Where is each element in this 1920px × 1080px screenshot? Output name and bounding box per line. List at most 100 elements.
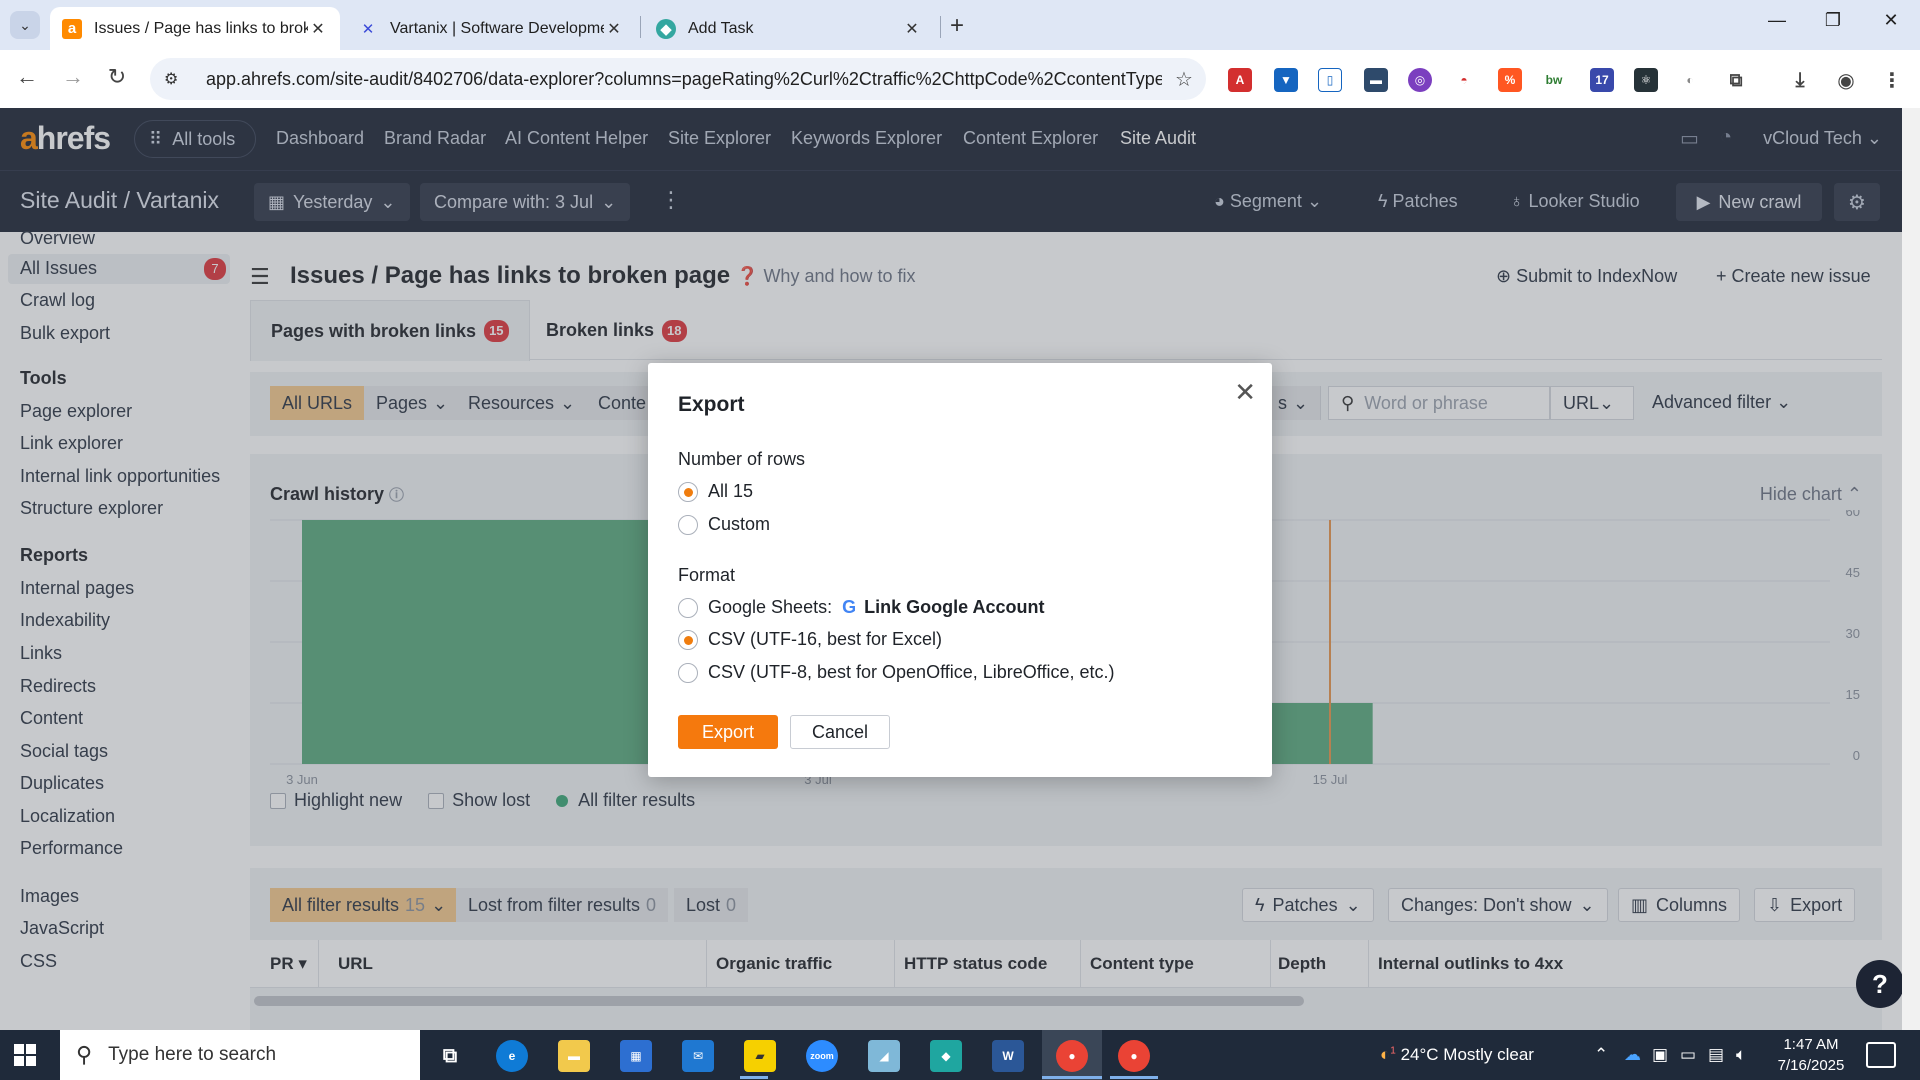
close-window-icon[interactable]: ✕	[1876, 10, 1906, 31]
chrome-icon[interactable]: ●	[1056, 1040, 1088, 1072]
browser-tab-bar: ⌄ a Issues / Page has links to broken pa…	[0, 0, 1920, 50]
taskbar-search-box[interactable]: ⚲ Type here to search	[60, 1030, 420, 1080]
site-info-icon[interactable]: ⚙	[164, 69, 188, 89]
help-button[interactable]: ?	[1856, 960, 1902, 1008]
url-text[interactable]: app.ahrefs.com/site-audit/8402706/data-e…	[206, 69, 1162, 90]
radio-unselected	[678, 514, 698, 535]
folder-extension-icon[interactable]: ▬	[1364, 68, 1388, 92]
bw-extension-icon[interactable]: bw	[1542, 68, 1566, 92]
page-scrollbar[interactable]	[1902, 108, 1920, 1030]
edge-icon[interactable]: e	[496, 1040, 528, 1072]
radio-label: CSV (UTF-8, best for OpenOffice, LibreOf…	[708, 662, 1115, 682]
search-icon: ⚲	[76, 1042, 93, 1067]
doc-extension-icon[interactable]: ▯	[1318, 68, 1342, 92]
sticky-notes-icon[interactable]: ▰	[744, 1040, 776, 1072]
browser-tab-ahrefs[interactable]: a Issues / Page has links to broken page…	[50, 7, 340, 50]
onedrive-icon[interactable]: ☁	[1624, 1045, 1641, 1065]
format-csv8-radio[interactable]: CSV (UTF-8, best for OpenOffice, LibreOf…	[678, 662, 1114, 683]
format-google-sheets-radio[interactable]: Google Sheets: G Link Google Account	[678, 597, 1044, 618]
clock-time: 1:47 AM	[1783, 1036, 1839, 1053]
weather-widget[interactable]: ◐1 24°C Mostly clear	[1380, 1045, 1534, 1065]
running-indicator	[740, 1076, 768, 1079]
weather-icon: ◐	[1380, 1045, 1391, 1064]
app-diamond-icon[interactable]: ◆	[930, 1040, 962, 1072]
radio-unselected	[678, 597, 698, 618]
browser-tab-add-task[interactable]: ◆ Add Task ✕	[644, 7, 934, 50]
pokeball-extension-icon[interactable]: ◓	[1452, 68, 1476, 92]
react-extension-icon[interactable]: ⚛	[1634, 68, 1658, 92]
radio-label: CSV (UTF-16, best for Excel)	[708, 629, 943, 649]
badge-extension-icon[interactable]: 17	[1590, 68, 1614, 92]
minimize-icon[interactable]: —	[1762, 10, 1792, 31]
close-icon[interactable]: ✕	[1234, 377, 1256, 408]
dialog-title: Export	[678, 393, 745, 416]
search-placeholder: Type here to search	[108, 1044, 277, 1065]
percent-extension-icon[interactable]: %	[1498, 68, 1522, 92]
running-indicator	[1042, 1076, 1102, 1079]
ahrefs-app: ahrefs ⠿ All tools Dashboard Brand Radar …	[0, 108, 1902, 1030]
restore-icon[interactable]: ❐	[1818, 10, 1848, 31]
bookmark-star-icon[interactable]: ☆	[1162, 67, 1206, 92]
store-icon[interactable]: ▦	[620, 1040, 652, 1072]
radio-label: All 15	[708, 481, 754, 501]
format-csv16-radio[interactable]: CSV (UTF-16, best for Excel)	[678, 629, 942, 650]
export-dialog: Export ✕ Number of rows All 15 Custom Fo…	[648, 363, 1272, 777]
tab-separator	[940, 16, 941, 38]
tab-separator	[640, 16, 641, 38]
weather-text: 24°C Mostly clear	[1400, 1045, 1534, 1064]
radio-selected	[678, 629, 698, 650]
clock-date: 7/16/2025	[1777, 1057, 1845, 1074]
profile-icon[interactable]: ◉	[1834, 68, 1858, 92]
security-icon[interactable]: ▣	[1652, 1045, 1668, 1065]
close-tab-icon[interactable]: ✕	[902, 19, 922, 39]
network-icon[interactable]: ▤	[1708, 1045, 1724, 1065]
menu-kebab-icon[interactable]: ⋮	[1880, 68, 1904, 92]
radio-selected	[678, 481, 698, 502]
weather-badge: 1	[1390, 1045, 1396, 1057]
radio-label: Google Sheets:	[708, 597, 833, 617]
reload-icon[interactable]: ↻	[102, 64, 132, 90]
omnibox[interactable]: ⚙ app.ahrefs.com/site-audit/8402706/data…	[150, 58, 1206, 100]
vartanix-favicon-icon: ✕	[361, 20, 375, 38]
running-indicator	[1110, 1076, 1158, 1079]
file-explorer-icon[interactable]: ▬	[558, 1040, 590, 1072]
clock[interactable]: 1:47 AM 7/16/2025	[1766, 1034, 1856, 1076]
circle-extension-icon[interactable]: ◎	[1408, 68, 1432, 92]
export-confirm-button[interactable]: Export	[678, 715, 778, 749]
rows-all-radio[interactable]: All 15	[678, 481, 753, 502]
rows-custom-radio[interactable]: Custom	[678, 514, 770, 535]
new-tab-button[interactable]: +	[950, 12, 964, 40]
volume-icon[interactable]: 🔈︎	[1736, 1045, 1746, 1065]
tab-search-button[interactable]: ⌄	[10, 11, 40, 39]
notifications-icon[interactable]	[1866, 1042, 1896, 1068]
browser-tab-vartanix[interactable]: ✕ Vartanix | Software Development ✕	[346, 7, 636, 50]
task-view-icon[interactable]: ⧉	[434, 1040, 466, 1072]
browser-address-bar: ← → ↻ ⚙ app.ahrefs.com/site-audit/840270…	[0, 50, 1920, 108]
back-icon[interactable]: ←	[12, 64, 42, 90]
link-google-account[interactable]: Link Google Account	[864, 597, 1044, 618]
google-g-icon: G	[842, 597, 857, 617]
word-icon[interactable]: W	[992, 1040, 1024, 1072]
radio-unselected	[678, 662, 698, 683]
pdf-extension-icon[interactable]: A	[1228, 68, 1252, 92]
cancel-button[interactable]: Cancel	[790, 715, 890, 749]
tab-title: Add Task	[688, 19, 754, 37]
close-tab-icon[interactable]: ✕	[604, 19, 624, 39]
battery-icon[interactable]: ▭	[1680, 1045, 1696, 1065]
tab-title: Issues / Page has links to broken page	[94, 19, 308, 37]
mail-icon[interactable]: ✉	[682, 1040, 714, 1072]
app-feather-icon[interactable]: ◢	[868, 1040, 900, 1072]
puzzle-extensions-icon[interactable]: ⧉	[1724, 68, 1748, 92]
radio-label: Custom	[708, 514, 771, 534]
ahrefs-favicon-icon: a	[62, 18, 82, 39]
tray-chevron-icon[interactable]: ⌃	[1594, 1045, 1608, 1065]
download-icon[interactable]: ⤓	[1788, 68, 1812, 92]
chrome-profile-icon[interactable]: ●	[1118, 1040, 1150, 1072]
forward-icon[interactable]: →	[58, 64, 88, 90]
compass-extension-icon[interactable]: ◐	[1678, 68, 1702, 92]
close-tab-icon[interactable]: ✕	[308, 19, 328, 39]
zoom-icon[interactable]: zoom	[806, 1040, 838, 1072]
format-label: Format	[678, 565, 736, 585]
shield-extension-icon[interactable]: ▼	[1274, 68, 1298, 92]
windows-start-icon[interactable]	[14, 1044, 36, 1066]
